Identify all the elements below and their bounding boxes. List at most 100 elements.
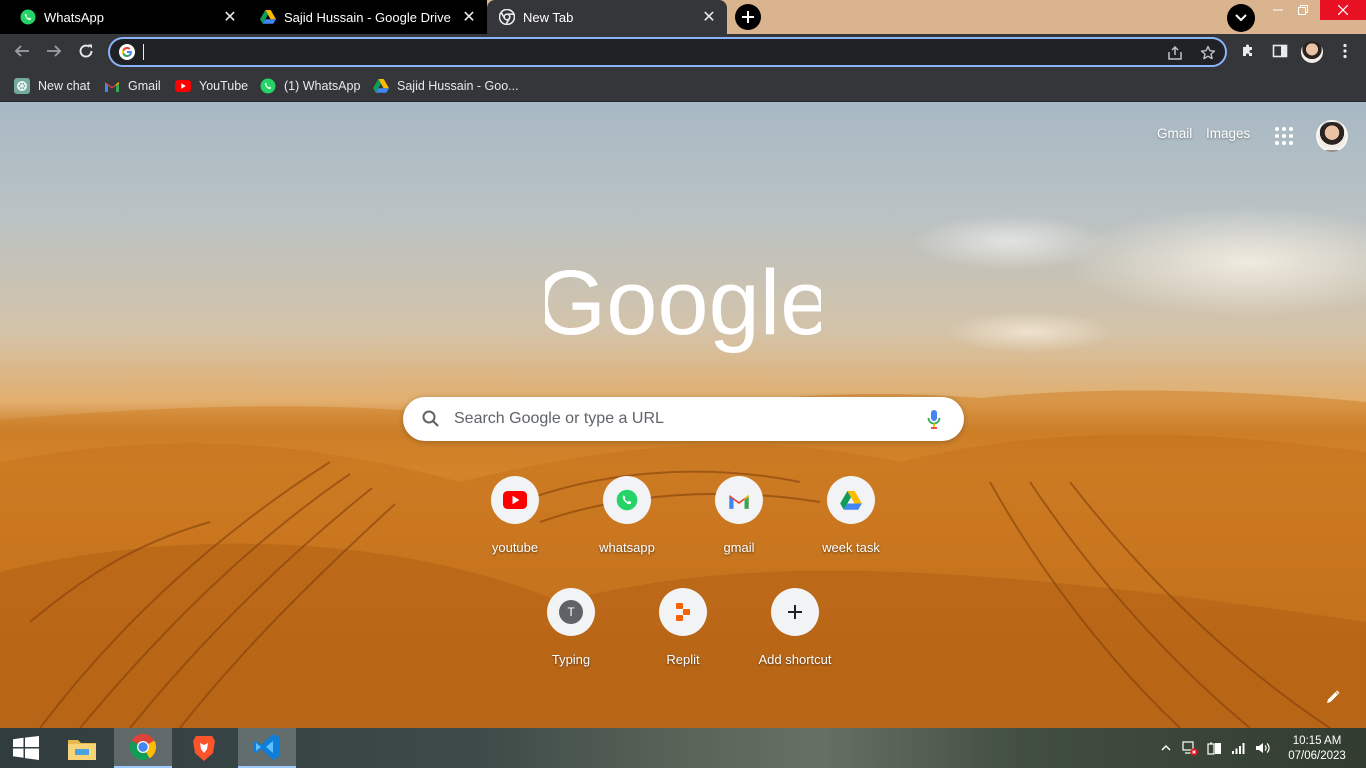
network-disconnected-tray[interactable] xyxy=(1182,740,1198,756)
share-button[interactable] xyxy=(1165,43,1185,63)
apps-grid-dot xyxy=(1275,134,1279,138)
shortcut-gmail[interactable]: gmail xyxy=(683,460,795,572)
tab-close-icon[interactable]: ✕ xyxy=(461,9,477,26)
shortcut-label: Add shortcut xyxy=(758,652,832,667)
battery-tray[interactable] xyxy=(1206,740,1222,756)
bookmark-label: Sajid Hussain - Goo... xyxy=(397,79,519,93)
apps-grid-dot xyxy=(1275,141,1279,145)
reload-button[interactable] xyxy=(72,37,100,65)
shortcut-icon-circle xyxy=(491,476,539,524)
shortcut-label: gmail xyxy=(723,540,755,555)
chrome-icon xyxy=(129,733,157,761)
replit-icon xyxy=(676,603,690,621)
signal-tray[interactable] xyxy=(1231,740,1247,756)
text-caret xyxy=(143,44,144,60)
shortcut-youtube[interactable]: youtube xyxy=(459,460,571,572)
whatsapp-icon xyxy=(260,78,276,94)
bookmark-label: (1) WhatsApp xyxy=(284,79,361,93)
tab-search-button[interactable] xyxy=(1227,4,1255,32)
shortcut-replit[interactable]: Replit xyxy=(627,572,739,684)
tab-close-icon[interactable]: ✕ xyxy=(222,9,238,26)
extensions-button[interactable] xyxy=(1234,37,1262,65)
shortcut-icon-circle xyxy=(827,476,875,524)
google-drive-icon xyxy=(373,78,389,94)
network-disconnected-icon xyxy=(1182,741,1198,756)
google-g-icon xyxy=(119,44,135,60)
apps-grid-dot xyxy=(1282,134,1286,138)
bookmark-google-drive[interactable]: Sajid Hussain - Goo... xyxy=(373,75,519,97)
account-avatar[interactable] xyxy=(1316,120,1348,152)
search-box[interactable]: Search Google or type a URL xyxy=(403,397,964,441)
shortcut-whatsapp[interactable]: whatsapp xyxy=(571,460,683,572)
microphone-icon[interactable] xyxy=(923,408,945,430)
taskbar-brave[interactable] xyxy=(178,728,230,768)
apps-grid-dot xyxy=(1289,141,1293,145)
tab-whatsapp[interactable]: WhatsApp ✕ xyxy=(0,0,248,34)
side-panel-icon xyxy=(1272,44,1288,58)
google-apps-button[interactable] xyxy=(1272,124,1296,148)
bookmark-star-button[interactable] xyxy=(1198,43,1218,63)
speaker-icon xyxy=(1256,743,1270,753)
new-tab-button[interactable] xyxy=(735,4,761,30)
vscode-icon xyxy=(254,734,280,760)
start-button[interactable] xyxy=(0,728,52,768)
close-icon xyxy=(1338,5,1348,15)
letter-t-icon: T xyxy=(559,600,583,624)
search-placeholder: Search Google or type a URL xyxy=(454,410,664,427)
shortcut-icon-circle xyxy=(659,588,707,636)
google-logo: Google xyxy=(545,252,821,354)
brave-icon xyxy=(193,736,215,761)
images-link[interactable]: Images xyxy=(1206,126,1250,141)
bookmark-gmail[interactable]: Gmail xyxy=(104,75,161,97)
bookmark-label: Gmail xyxy=(128,79,161,93)
puzzle-icon xyxy=(1243,44,1252,56)
chrome-menu-button[interactable] xyxy=(1331,37,1359,65)
gmail-icon xyxy=(729,494,749,509)
taskbar-chrome[interactable] xyxy=(114,728,172,768)
customize-button[interactable] xyxy=(1322,686,1344,708)
apps-grid-dot xyxy=(1282,141,1286,145)
apps-grid-dot xyxy=(1275,127,1279,131)
tab-google-drive[interactable]: Sajid Hussain - Google Drive ✕ xyxy=(248,0,487,34)
bookmarks-bar: New chat Gmail YouTube (1) WhatsApp Saji… xyxy=(0,70,1366,102)
bookmark-whatsapp[interactable]: (1) WhatsApp xyxy=(260,75,360,97)
taskbar-file-explorer[interactable] xyxy=(56,728,108,768)
youtube-icon xyxy=(503,491,527,509)
add-shortcut-button[interactable]: Add shortcut xyxy=(739,572,851,684)
restore-icon xyxy=(1298,5,1308,15)
bookmark-youtube[interactable]: YouTube xyxy=(175,75,248,97)
profile-avatar[interactable] xyxy=(1301,41,1323,63)
reload-icon xyxy=(79,44,93,58)
shortcut-label: Typing xyxy=(551,652,591,667)
signal-bars-icon xyxy=(1232,743,1245,754)
show-hidden-icons-button[interactable] xyxy=(1158,740,1174,756)
taskbar-vscode[interactable] xyxy=(238,728,296,768)
whatsapp-icon xyxy=(616,489,638,511)
chrome-icon xyxy=(499,9,515,25)
apps-grid-dot xyxy=(1282,127,1286,131)
toolbar xyxy=(0,34,1366,70)
restore-button[interactable] xyxy=(1287,0,1319,20)
address-bar[interactable] xyxy=(108,37,1227,67)
bookmark-new-chat[interactable]: New chat xyxy=(14,75,90,97)
shortcut-label: Replit xyxy=(666,652,700,667)
tab-title: WhatsApp xyxy=(44,9,104,25)
google-drive-icon xyxy=(260,9,276,25)
forward-button[interactable] xyxy=(40,37,68,65)
windows-start-icon xyxy=(13,736,39,760)
shortcut-week-task[interactable]: week task xyxy=(795,460,907,572)
star-icon xyxy=(1200,45,1216,60)
taskbar-clock[interactable]: 10:15 AM 07/06/2023 xyxy=(1284,734,1350,764)
window-close-button[interactable] xyxy=(1320,0,1366,20)
windows-taskbar: 10:15 AM 07/06/2023 xyxy=(0,728,1366,768)
tab-close-icon[interactable]: ✕ xyxy=(701,9,717,26)
gmail-link[interactable]: Gmail xyxy=(1157,126,1192,141)
file-explorer-icon xyxy=(68,740,96,760)
clock-date: 07/06/2023 xyxy=(1288,750,1346,762)
volume-tray[interactable] xyxy=(1255,740,1271,756)
tab-new-tab[interactable]: New Tab ✕ xyxy=(487,0,727,34)
back-button[interactable] xyxy=(8,37,36,65)
side-panel-button[interactable] xyxy=(1266,37,1294,65)
shortcut-typing[interactable]: T Typing xyxy=(515,572,627,684)
shortcut-label: whatsapp xyxy=(599,540,655,555)
